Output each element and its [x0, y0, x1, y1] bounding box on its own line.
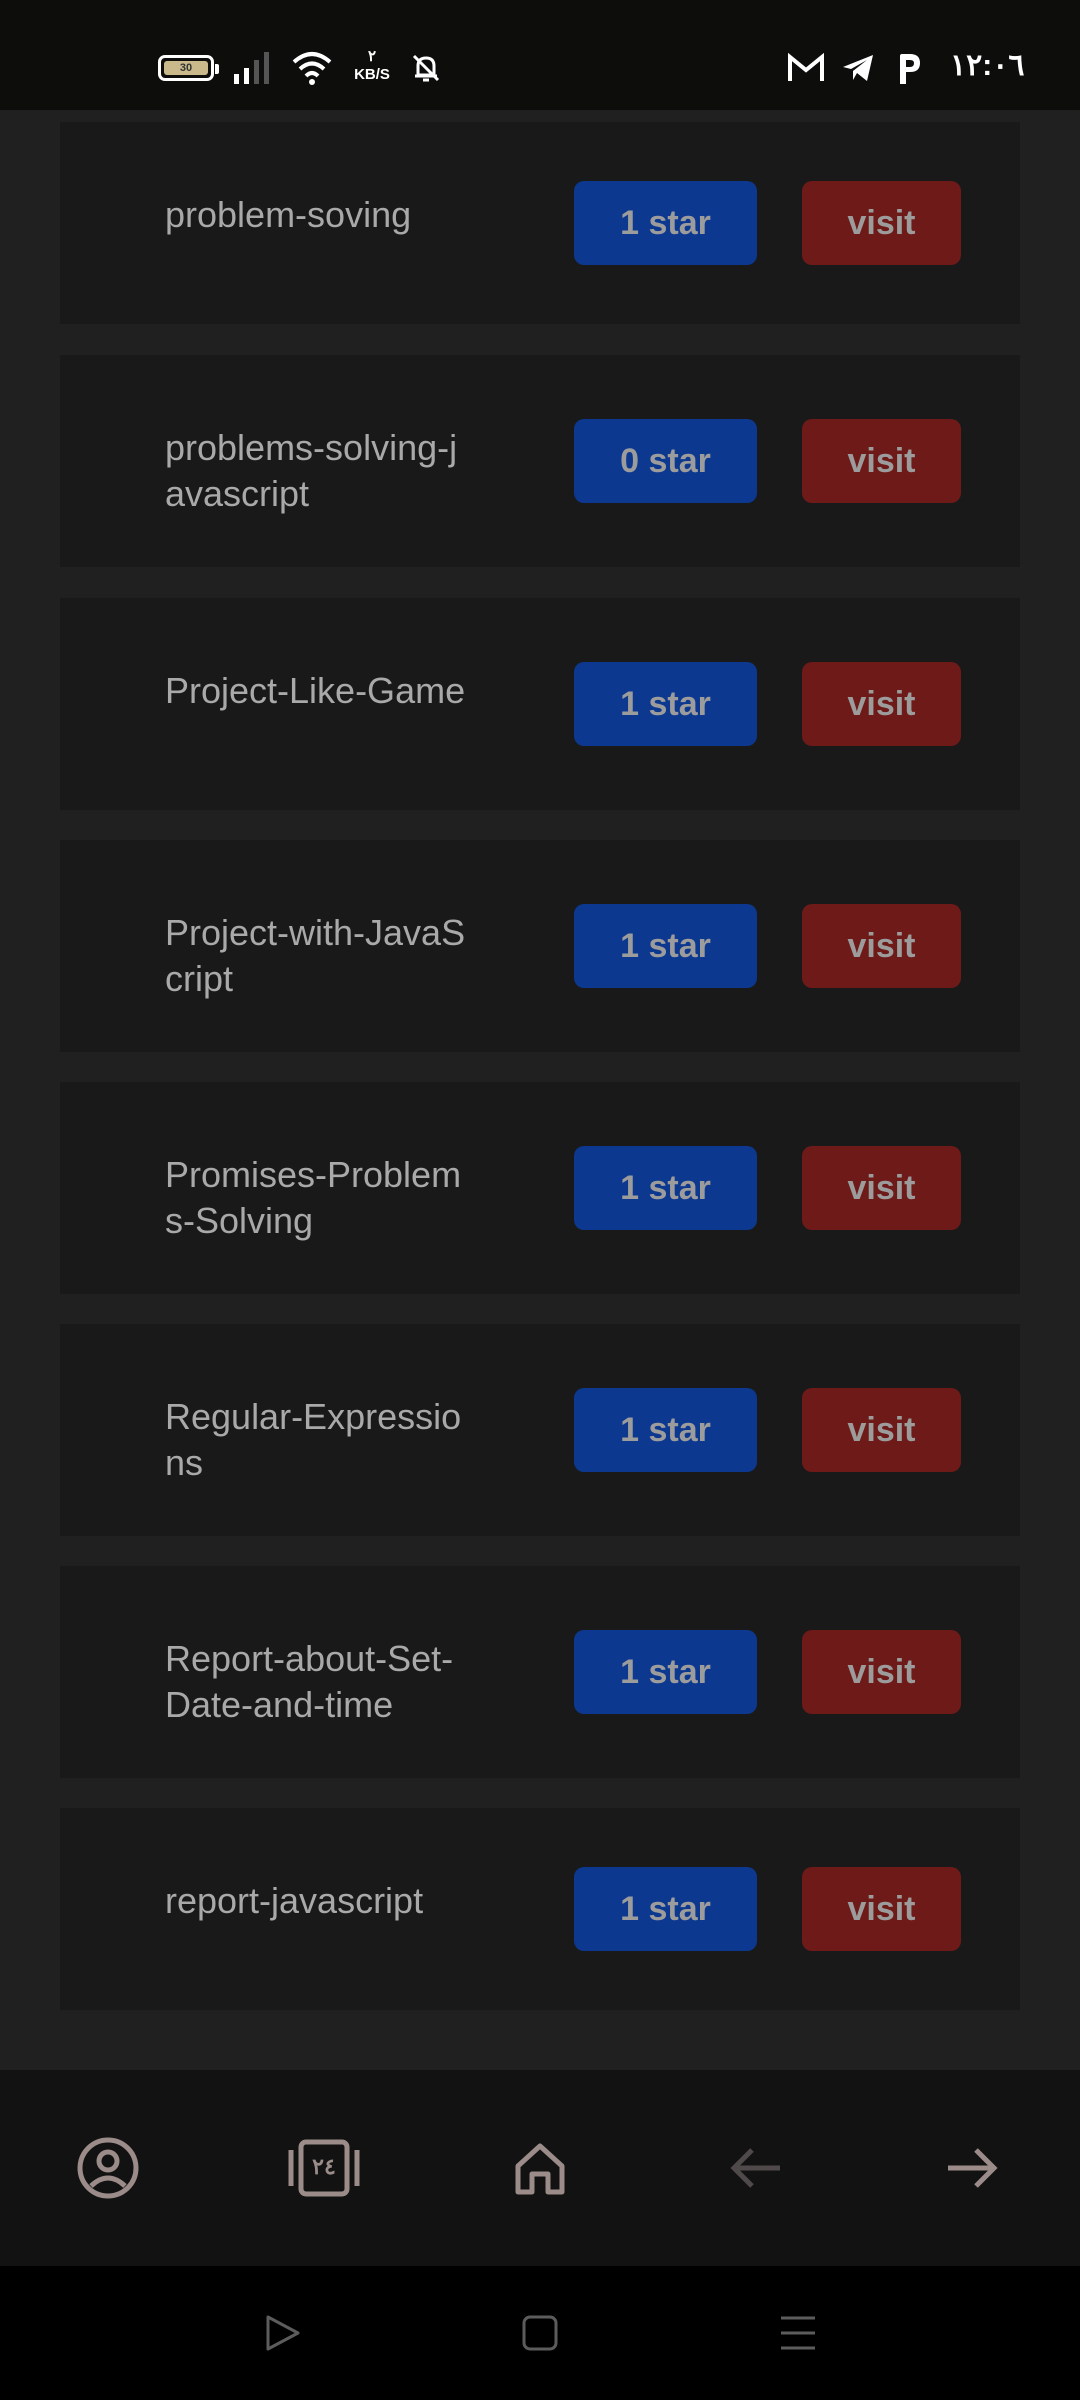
tabs-count: ٢٤: [312, 2154, 336, 2179]
repo-card: Report-about-Set-Date-and-time 1 star vi…: [60, 1566, 1020, 1778]
repo-card: report-javascript 1 star visit: [60, 1808, 1020, 2010]
home-icon: [515, 2143, 565, 2195]
star-count-button[interactable]: 1 star: [574, 181, 757, 265]
tabs-button[interactable]: ٢٤: [264, 2070, 384, 2266]
play-button[interactable]: [232, 2266, 332, 2400]
repo-card: Promises-Problems-Solving 1 star visit: [60, 1082, 1020, 1294]
net-speed-value: ٢: [367, 48, 377, 65]
repo-card: Project-with-JavaScript 1 star visit: [60, 840, 1020, 1052]
star-count-button[interactable]: 1 star: [574, 1867, 757, 1951]
repo-name: Report-about-Set-Date-and-time: [165, 1638, 454, 1725]
recents-square-icon: [522, 2315, 558, 2351]
signal-icon: [232, 50, 274, 86]
bell-off-icon: [408, 50, 444, 86]
repo-name: problems-solving-javascript: [165, 427, 458, 514]
star-count-button[interactable]: 1 star: [574, 1630, 757, 1714]
visit-button[interactable]: visit: [802, 1146, 961, 1230]
profile-button[interactable]: [48, 2070, 168, 2266]
home-button[interactable]: [480, 2070, 600, 2266]
menu-icon: [781, 2316, 815, 2350]
repo-name: Regular-Expressions: [165, 1396, 462, 1483]
repo-name: Promises-Problems-Solving: [165, 1154, 462, 1241]
status-bar: 30 ٢ KB/S ١٢:٠٦: [0, 0, 1080, 110]
system-nav-bar: [0, 2266, 1080, 2400]
play-icon: [266, 2315, 300, 2351]
visit-button[interactable]: visit: [802, 419, 961, 503]
net-speed: ٢ KB/S: [348, 48, 396, 84]
clock: ١٢:٠٦: [950, 49, 1025, 82]
forward-arrow-icon: [948, 2148, 998, 2188]
star-count-button[interactable]: 1 star: [574, 1146, 757, 1230]
star-count-button[interactable]: 1 star: [574, 662, 757, 746]
back-button[interactable]: [696, 2070, 816, 2266]
back-arrow-icon: [730, 2148, 780, 2188]
recents-button[interactable]: [490, 2266, 590, 2400]
visit-button[interactable]: visit: [802, 1630, 961, 1714]
telegram-icon: [840, 52, 876, 84]
net-speed-unit: KB/S: [354, 66, 390, 83]
forward-button[interactable]: [912, 2070, 1032, 2266]
star-count-button[interactable]: 0 star: [574, 419, 757, 503]
visit-button[interactable]: visit: [802, 904, 961, 988]
visit-button[interactable]: visit: [802, 1388, 961, 1472]
star-count-button[interactable]: 1 star: [574, 1388, 757, 1472]
battery-level: 30: [179, 62, 193, 74]
repo-name: Project-with-JavaScript: [165, 912, 466, 999]
repo-name: problem-soving: [165, 194, 412, 235]
battery-icon: 30: [158, 55, 219, 81]
menu-button[interactable]: [748, 2266, 848, 2400]
browser-bottom-nav: ٢٤: [0, 2070, 1080, 2266]
visit-button[interactable]: visit: [802, 662, 961, 746]
gmail-icon: [788, 52, 824, 84]
repo-card: problem-soving 1 star visit: [60, 122, 1020, 324]
repo-card: problems-solving-javascript 0 star visit: [60, 355, 1020, 567]
profile-icon: [77, 2137, 139, 2199]
repo-name: report-javascript: [165, 1880, 424, 1921]
repo-card: Project-Like-Game 1 star visit: [60, 598, 1020, 810]
tabs-icon: ٢٤: [288, 2138, 360, 2198]
star-count-button[interactable]: 1 star: [574, 904, 757, 988]
repo-card: Regular-Expressions 1 star visit: [60, 1324, 1020, 1536]
repo-name: Project-Like-Game: [165, 670, 466, 711]
visit-button[interactable]: visit: [802, 1867, 961, 1951]
wifi-icon: [290, 50, 334, 86]
visit-button[interactable]: visit: [802, 181, 961, 265]
p-app-icon: [894, 50, 924, 86]
